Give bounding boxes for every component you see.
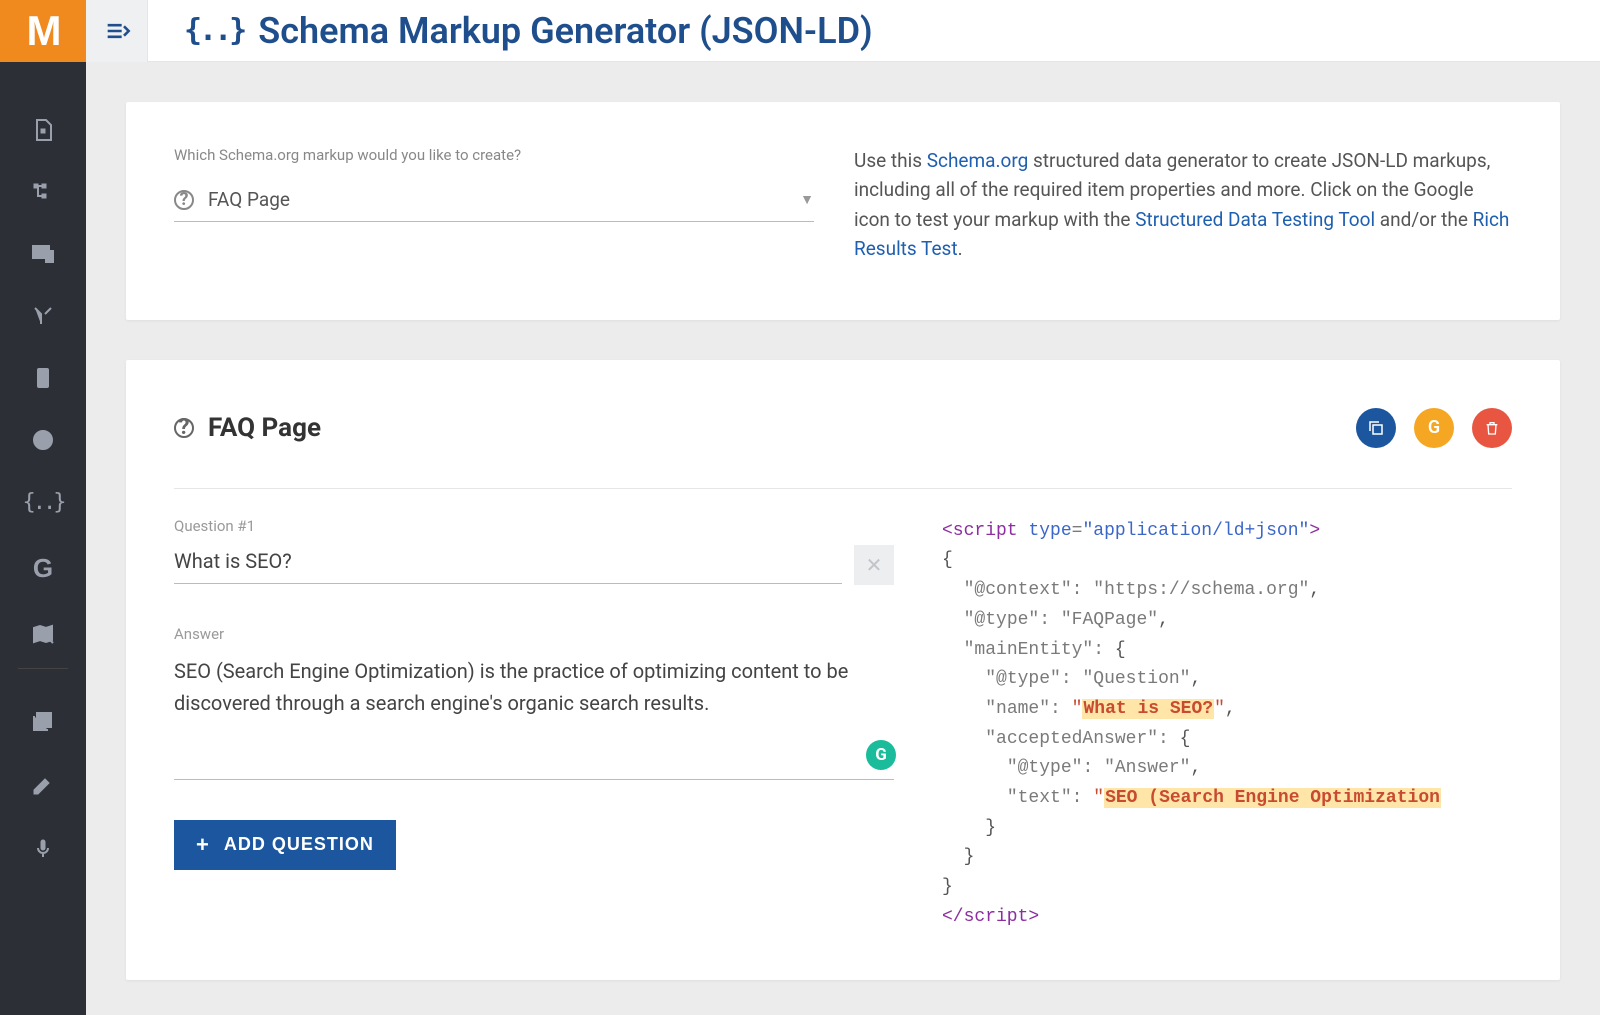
nav-google-icon[interactable]: G — [0, 553, 86, 584]
form-column: Question #1 ✕ Answer G + ADD QUESTION — [174, 517, 894, 933]
add-question-button[interactable]: + ADD QUESTION — [174, 820, 396, 870]
help-icon: ? — [174, 190, 194, 210]
schema-select-label: Which Schema.org markup would you like t… — [174, 146, 814, 164]
nav-mic-icon[interactable] — [31, 837, 55, 861]
link-schema-org[interactable]: Schema.org — [927, 149, 1029, 172]
chevron-down-icon: ▼ — [800, 191, 814, 208]
help-icon[interactable]: ? — [174, 418, 194, 438]
test-google-button[interactable]: G — [1414, 408, 1454, 448]
json-braces-icon: {..} — [184, 13, 244, 48]
delete-button[interactable] — [1472, 408, 1512, 448]
code-preview: <script type="application/ld+json"> { "@… — [942, 517, 1512, 933]
faq-editor-card: ? FAQ Page G Question #1 — [126, 360, 1560, 981]
nav-json-icon[interactable]: {..} — [0, 490, 86, 515]
side-rail: M {..} G — [0, 0, 86, 1015]
page-title: Schema Markup Generator (JSON-LD) — [258, 10, 872, 52]
schema-select[interactable]: ? FAQ Page ▼ — [174, 182, 814, 222]
copy-button[interactable] — [1356, 408, 1396, 448]
nav-split-icon[interactable] — [0, 304, 86, 328]
nav-map-search-icon[interactable] — [0, 622, 86, 646]
plus-icon: + — [196, 832, 210, 858]
sidebar-expand-button[interactable] — [86, 0, 148, 62]
question-label: Question #1 — [174, 517, 894, 535]
nav-edit-icon[interactable] — [31, 773, 55, 797]
nav-mobile-icon[interactable] — [0, 366, 86, 390]
schema-select-value: FAQ Page — [208, 188, 800, 211]
answer-label: Answer — [174, 625, 894, 643]
intro-text: Use this Schema.org structured data gene… — [854, 146, 1512, 264]
question-input[interactable] — [174, 545, 842, 584]
remove-question-button[interactable]: ✕ — [854, 545, 894, 585]
nav-library-icon[interactable] — [31, 709, 55, 733]
page-header: {..} Schema Markup Generator (JSON-LD) — [86, 0, 1600, 62]
content-area: Which Schema.org markup would you like t… — [86, 0, 1600, 1015]
schema-selector-card: Which Schema.org markup would you like t… — [126, 102, 1560, 320]
divider — [174, 488, 1512, 489]
brand-logo[interactable]: M — [0, 0, 86, 62]
answer-textarea[interactable] — [174, 653, 894, 780]
nav-tree-icon[interactable] — [0, 180, 86, 204]
nav-document-icon[interactable] — [0, 118, 86, 142]
editor-title: FAQ Page — [208, 413, 321, 443]
nav-devices-icon[interactable] — [0, 242, 86, 266]
rail-divider — [18, 668, 68, 669]
grammarly-icon[interactable]: G — [866, 740, 896, 770]
nav-globe-icon[interactable] — [0, 428, 86, 452]
link-sdtt[interactable]: Structured Data Testing Tool — [1135, 208, 1375, 231]
